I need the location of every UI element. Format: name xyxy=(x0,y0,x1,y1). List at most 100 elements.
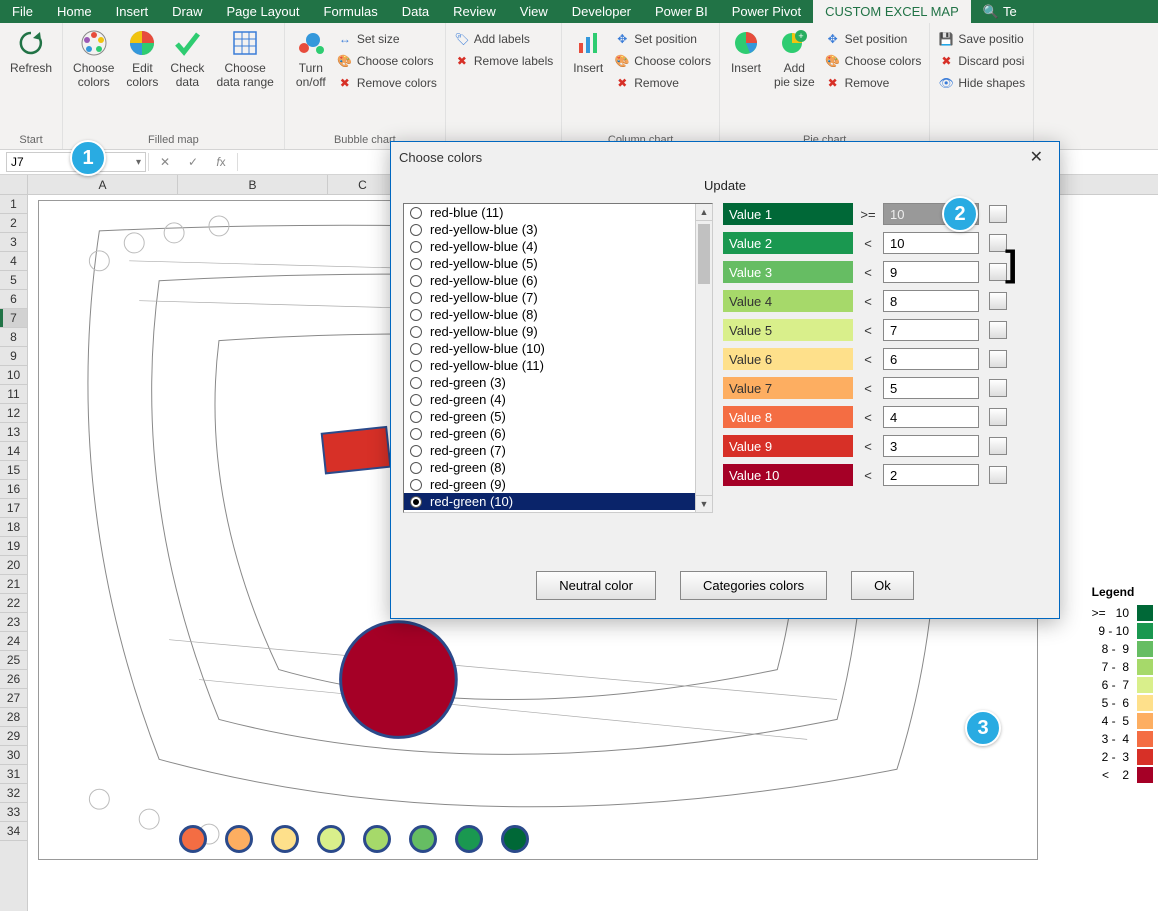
row-header-1[interactable]: 1 xyxy=(0,195,27,214)
row-header-10[interactable]: 10 xyxy=(0,366,27,385)
palette-option[interactable]: red-yellow-blue (11) xyxy=(404,357,712,374)
check-data-button[interactable]: Checkdata xyxy=(164,25,210,92)
row-header-9[interactable]: 9 xyxy=(0,347,27,366)
hide-shapes-button[interactable]: 👁Hide shapes xyxy=(934,73,1029,93)
remove-button[interactable]: ✖Remove xyxy=(610,73,715,93)
palette-option[interactable]: red-yellow-blue (6) xyxy=(404,272,712,289)
remove-colors-button[interactable]: ✖Remove colors xyxy=(333,73,441,93)
tab-data[interactable]: Data xyxy=(390,0,441,23)
remove-button[interactable]: ✖Remove xyxy=(821,73,926,93)
row-header-27[interactable]: 27 xyxy=(0,689,27,708)
refresh-button[interactable]: Refresh xyxy=(4,25,58,77)
row-header-8[interactable]: 8 xyxy=(0,328,27,347)
tab-review[interactable]: Review xyxy=(441,0,508,23)
remove-labels-button[interactable]: ✖Remove labels xyxy=(450,51,557,71)
color-picker-button[interactable] xyxy=(989,321,1007,339)
dialog-close-icon[interactable]: ✕ xyxy=(1022,145,1051,169)
palette-option[interactable]: red-green (9) xyxy=(404,476,712,493)
tab-page-layout[interactable]: Page Layout xyxy=(215,0,312,23)
row-header-2[interactable]: 2 xyxy=(0,214,27,233)
insert-button[interactable]: Insert xyxy=(566,25,610,77)
row-header-5[interactable]: 5 xyxy=(0,271,27,290)
row-header-3[interactable]: 3 xyxy=(0,233,27,252)
row-header-7[interactable]: 7 xyxy=(0,309,27,328)
row-header-29[interactable]: 29 xyxy=(0,727,27,746)
palette-option[interactable]: red-yellow-blue (7) xyxy=(404,289,712,306)
palette-option[interactable]: red-yellow-blue (10) xyxy=(404,340,712,357)
tab-power-bi[interactable]: Power BI xyxy=(643,0,720,23)
set-size-button[interactable]: ↔Set size xyxy=(333,29,441,49)
row-header-26[interactable]: 26 xyxy=(0,670,27,689)
color-picker-button[interactable] xyxy=(989,379,1007,397)
add-pie-size-button[interactable]: +Addpie size xyxy=(768,25,821,92)
ok-button[interactable]: Ok xyxy=(851,571,914,600)
value-threshold-input[interactable]: 9 xyxy=(883,261,979,283)
color-picker-button[interactable] xyxy=(989,205,1007,223)
palette-option[interactable]: red-yellow-blue (9) xyxy=(404,323,712,340)
row-header-23[interactable]: 23 xyxy=(0,613,27,632)
choose-colors-button[interactable]: 🎨Choose colors xyxy=(821,51,926,71)
tell-me[interactable]: 🔍 Te xyxy=(971,0,1029,23)
row-header-24[interactable]: 24 xyxy=(0,632,27,651)
color-picker-button[interactable] xyxy=(989,292,1007,310)
value-threshold-input[interactable]: 10 xyxy=(883,232,979,254)
choose-data-range-button[interactable]: Choosedata range xyxy=(210,25,279,92)
value-threshold-input[interactable]: 5 xyxy=(883,377,979,399)
cancel-formula-icon[interactable]: ✕ xyxy=(151,155,179,169)
row-header-16[interactable]: 16 xyxy=(0,480,27,499)
row-header-28[interactable]: 28 xyxy=(0,708,27,727)
row-header-11[interactable]: 11 xyxy=(0,385,27,404)
turn-on/off-button[interactable]: Turnon/off xyxy=(289,25,333,92)
row-header-17[interactable]: 17 xyxy=(0,499,27,518)
discard-posi-button[interactable]: ✖Discard posi xyxy=(934,51,1029,71)
tab-home[interactable]: Home xyxy=(45,0,104,23)
tab-power-pivot[interactable]: Power Pivot xyxy=(720,0,813,23)
row-header-21[interactable]: 21 xyxy=(0,575,27,594)
tab-view[interactable]: View xyxy=(508,0,560,23)
palette-option[interactable]: red-green (8) xyxy=(404,459,712,476)
row-header-20[interactable]: 20 xyxy=(0,556,27,575)
set-position-button[interactable]: ✥Set position xyxy=(610,29,715,49)
palette-option[interactable]: red-green (5) xyxy=(404,408,712,425)
row-header-4[interactable]: 4 xyxy=(0,252,27,271)
value-threshold-input[interactable]: 4 xyxy=(883,406,979,428)
accept-formula-icon[interactable]: ✓ xyxy=(179,155,207,169)
row-header-15[interactable]: 15 xyxy=(0,461,27,480)
color-picker-button[interactable] xyxy=(989,408,1007,426)
palette-option[interactable]: red-green (3) xyxy=(404,374,712,391)
dialog-titlebar[interactable]: Choose colors ✕ xyxy=(391,142,1059,172)
row-header-18[interactable]: 18 xyxy=(0,518,27,537)
tab-insert[interactable]: Insert xyxy=(104,0,161,23)
row-header-30[interactable]: 30 xyxy=(0,746,27,765)
row-header-34[interactable]: 34 xyxy=(0,822,27,841)
row-header-6[interactable]: 6 xyxy=(0,290,27,309)
palette-option[interactable]: red-yellow-blue (4) xyxy=(404,238,712,255)
palette-option[interactable]: red-yellow-blue (3) xyxy=(404,221,712,238)
value-threshold-input[interactable]: 7 xyxy=(883,319,979,341)
palette-option[interactable]: red-green (4) xyxy=(404,391,712,408)
fx-icon[interactable]: fx xyxy=(207,155,235,169)
palette-option[interactable]: red-green (6) xyxy=(404,425,712,442)
set-position-button[interactable]: ✥Set position xyxy=(821,29,926,49)
choose-colors-button[interactable]: 🎨Choose colors xyxy=(333,51,441,71)
row-header-25[interactable]: 25 xyxy=(0,651,27,670)
row-header-31[interactable]: 31 xyxy=(0,765,27,784)
value-threshold-input[interactable]: 8 xyxy=(883,290,979,312)
name-box-dropdown-icon[interactable]: ▾ xyxy=(136,157,141,168)
neutral-color-button[interactable]: Neutral color xyxy=(536,571,656,600)
palette-option[interactable]: red-yellow-blue (5) xyxy=(404,255,712,272)
choose-colors-button[interactable]: Choosecolors xyxy=(67,25,120,92)
color-picker-button[interactable] xyxy=(989,350,1007,368)
col-header-A[interactable]: A xyxy=(28,175,178,194)
tab-custom-excel-map[interactable]: CUSTOM EXCEL MAP xyxy=(813,0,971,23)
color-picker-button[interactable] xyxy=(989,466,1007,484)
row-header-12[interactable]: 12 xyxy=(0,404,27,423)
add-labels-button[interactable]: 🏷Add labels xyxy=(450,29,557,49)
tab-draw[interactable]: Draw xyxy=(160,0,214,23)
tab-developer[interactable]: Developer xyxy=(560,0,643,23)
insert-button[interactable]: Insert xyxy=(724,25,768,77)
row-header-13[interactable]: 13 xyxy=(0,423,27,442)
tab-file[interactable]: File xyxy=(0,0,45,23)
row-header-22[interactable]: 22 xyxy=(0,594,27,613)
scroll-thumb[interactable] xyxy=(698,224,710,284)
